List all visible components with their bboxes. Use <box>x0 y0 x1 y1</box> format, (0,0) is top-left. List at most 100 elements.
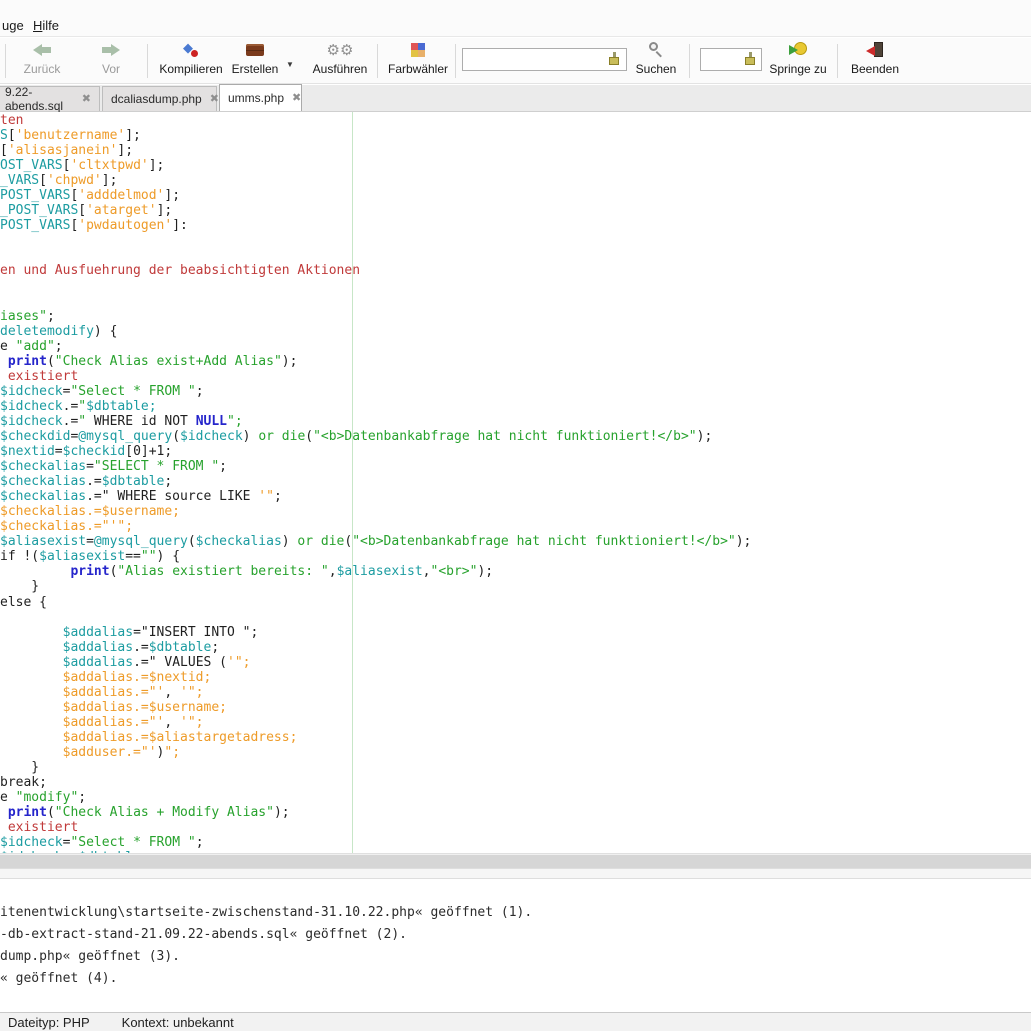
code-line <box>0 233 751 248</box>
code-line: $addalias.=$username; <box>0 700 751 715</box>
code-line: $addalias.=$nextid; <box>0 670 751 685</box>
scrollbar-thumb[interactable] <box>0 855 1031 868</box>
code-line: OST_VARS['cltxtpwd']; <box>0 158 751 173</box>
code-line: $addalias="INSERT INTO "; <box>0 625 751 640</box>
code-line: print("Check Alias exist+Add Alias"); <box>0 354 751 369</box>
code-line <box>0 248 751 263</box>
code-line: $idcheck="Select * FROM "; <box>0 835 751 850</box>
menu-item-werkzeuge[interactable]: uge <box>2 18 24 33</box>
code-line: $addalias.=$aliastargetadress; <box>0 730 751 745</box>
quit-door-icon <box>866 40 884 60</box>
search-magnifier-icon <box>648 40 664 60</box>
goto-field-brush-icon <box>744 52 756 66</box>
back-label: Zurück <box>24 62 61 76</box>
color-chooser-icon <box>411 40 425 60</box>
pane-splitter[interactable] <box>0 868 1031 879</box>
quit-button[interactable]: Beenden <box>850 40 900 82</box>
tab-label: umms.php <box>228 91 284 105</box>
run-label: Ausführen <box>313 62 368 76</box>
toolbar: Zurück Vor ◆ Kompilieren Erstellen ▼ ⚙⚙ … <box>0 38 1031 84</box>
build-label: Erstellen <box>232 62 279 76</box>
code-line: iases"; <box>0 309 751 324</box>
toolbar-separator <box>147 44 148 78</box>
horizontal-scrollbar[interactable] <box>0 853 1031 868</box>
tab-close-icon[interactable]: ✖ <box>292 93 301 104</box>
status-message-panel: itenentwicklung\startseite-zwischenstand… <box>0 880 1031 1012</box>
tab-sql-file[interactable]: 9.22-abends.sql ✖ <box>0 86 100 111</box>
code-line: $checkalias.=$dbtable; <box>0 474 751 489</box>
forward-button[interactable]: Vor <box>88 40 134 82</box>
goto-button[interactable]: Springe zu <box>770 40 826 82</box>
menu-accel: H <box>33 18 42 33</box>
code-line: ten <box>0 113 751 128</box>
toolbar-separator <box>837 44 838 78</box>
status-message: -db-extract-stand-21.09.22-abends.sql« g… <box>0 924 1031 946</box>
code-line: $aliasexist=@mysql_query($checkalias) or… <box>0 534 751 549</box>
tab-close-icon[interactable]: ✖ <box>82 94 91 105</box>
code-line: $idcheck.="$dbtable; <box>0 399 751 414</box>
compile-button[interactable]: ◆ Kompilieren <box>156 40 226 82</box>
tab-label: 9.22-abends.sql <box>5 85 74 113</box>
code-line <box>0 610 751 625</box>
goto-label: Springe zu <box>769 62 826 76</box>
search-field-brush-icon <box>608 52 620 66</box>
menu-item-hilfe[interactable]: Hilfe <box>33 18 59 33</box>
status-message: « geöffnet (4). <box>0 968 1031 990</box>
toolbar-separator <box>5 44 6 78</box>
run-button[interactable]: ⚙⚙ Ausführen <box>312 40 368 82</box>
back-arrow-icon <box>33 40 51 60</box>
code-line: $idcheck="Select * FROM "; <box>0 384 751 399</box>
compile-icon: ◆ <box>182 40 200 60</box>
code-line <box>0 294 751 309</box>
forward-label: Vor <box>102 62 120 76</box>
code-line: if !($aliasexist=="") { <box>0 549 751 564</box>
menu-label: ilfe <box>42 18 59 33</box>
color-chooser-button[interactable]: Farbwähler <box>388 40 448 82</box>
code-line: print("Check Alias + Modify Alias"); <box>0 805 751 820</box>
toolbar-separator <box>455 44 456 78</box>
build-button[interactable]: Erstellen <box>228 40 282 82</box>
status-message: itenentwicklung\startseite-zwischenstand… <box>0 902 1031 924</box>
code-line: break; <box>0 775 751 790</box>
search-input[interactable] <box>462 48 627 71</box>
compile-label: Kompilieren <box>159 62 222 76</box>
code-line: } <box>0 760 751 775</box>
code-line: $idcheck.=" WHERE id NOT NULL"; <box>0 414 751 429</box>
code-line: $checkalias.=" WHERE source LIKE '"; <box>0 489 751 504</box>
code-line: $checkalias="SELECT * FROM "; <box>0 459 751 474</box>
search-label: Suchen <box>636 62 677 76</box>
geany-window: uge Hilfe Zurück Vor ◆ Kompilieren Erste… <box>0 0 1031 1031</box>
code-line: _VARS['chpwd']; <box>0 173 751 188</box>
code-line: else { <box>0 595 751 610</box>
code-line: $adduser.="')"; <box>0 745 751 760</box>
code-line: $nextid=$checkid[0]+1; <box>0 444 751 459</box>
code-line: $addalias.="', '"; <box>0 685 751 700</box>
run-gears-icon: ⚙⚙ <box>327 40 354 60</box>
build-brick-icon <box>246 40 264 60</box>
toolbar-separator <box>689 44 690 78</box>
code-lines: tenS['benutzername'];['alisasjanein'];OS… <box>0 113 751 853</box>
code-line: e "modify"; <box>0 790 751 805</box>
code-line: $addalias.=" VALUES ('"; <box>0 655 751 670</box>
tab-umms-active[interactable]: umms.php ✖ <box>219 84 302 111</box>
code-line: $addalias.="', '"; <box>0 715 751 730</box>
goto-arrow-icon <box>789 40 807 60</box>
code-line: ['alisasjanein']; <box>0 143 751 158</box>
search-button[interactable]: Suchen <box>632 40 680 82</box>
tab-dcaliasdump[interactable]: dcaliasdump.php ✖ <box>102 86 217 111</box>
code-line: e "add"; <box>0 339 751 354</box>
back-button[interactable]: Zurück <box>18 40 66 82</box>
tab-close-icon[interactable]: ✖ <box>210 94 219 105</box>
statusbar-filetype: Dateityp: PHP <box>8 1015 90 1030</box>
quit-label: Beenden <box>851 62 899 76</box>
status-message: dump.php« geöffnet (3). <box>0 946 1031 968</box>
code-line: $checkdid=@mysql_query($idcheck) or die(… <box>0 429 751 444</box>
code-line: _POST_VARS['atarget']; <box>0 203 751 218</box>
code-line: existiert <box>0 820 751 835</box>
menubar: uge Hilfe <box>0 0 1031 37</box>
code-editor[interactable]: tenS['benutzername'];['alisasjanein'];OS… <box>0 112 1031 853</box>
code-line: en und Ausfuehrung der beabsichtigten Ak… <box>0 263 751 278</box>
build-dropdown-icon[interactable]: ▼ <box>286 60 294 69</box>
code-line: $checkalias.="'"; <box>0 519 751 534</box>
color-label: Farbwähler <box>388 62 448 76</box>
